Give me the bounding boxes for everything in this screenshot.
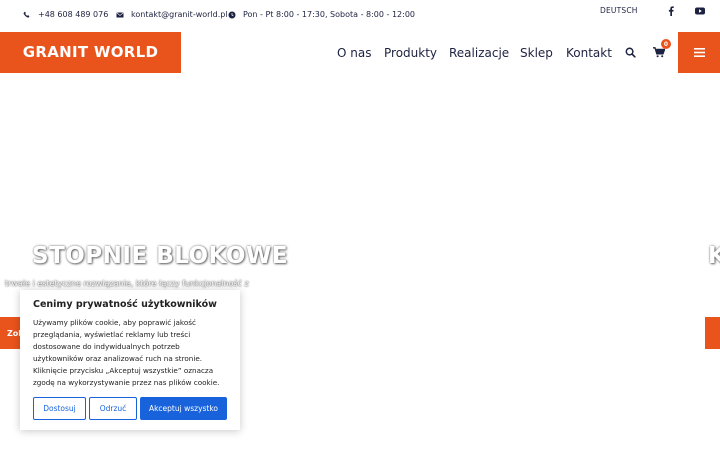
phone-contact[interactable]: +48 608 489 076 [23,10,108,19]
next-slide-title-fragment: K [708,243,720,269]
nav-item-o-nas[interactable]: O nas [337,46,371,60]
email-contact[interactable]: kontakt@granit-world.pl [116,10,228,19]
cookie-consent-dialog: Cenimy prywatność użytkowników Używamy p… [20,290,240,430]
cookie-accept-all-button[interactable]: Akceptuj wszystko [140,397,227,420]
opening-hours-text: Pon - Pt 8:00 - 17:30, Sobota - 8:00 - 1… [243,10,416,19]
facebook-icon [668,6,674,16]
nav-item-produkty[interactable]: Produkty [384,46,437,60]
search-button[interactable] [624,46,636,58]
hero-title: STOPNIE BLOKOWE [32,243,289,269]
cookie-text-line: Kliknięcie przycisku „Akceptuj wszystkie… [33,366,214,375]
phone-icon [23,11,30,18]
facebook-link[interactable] [665,5,677,17]
nav-item-kontakt[interactable]: Kontakt [566,46,612,60]
cart-count-badge: 0 [661,39,671,49]
opening-hours: Pon - Pt 8:00 - 17:30, Sobota - 8:00 - 1… [228,10,415,19]
cookie-reject-button[interactable]: Odrzuć [89,397,137,420]
cookie-text-line: Używamy plików cookie, aby poprawić jako… [33,318,196,327]
cookie-description: Używamy plików cookie, aby poprawić jako… [33,317,233,389]
next-slide-cta-button[interactable] [705,317,720,349]
nav-item-sklep[interactable]: Sklep [520,46,553,60]
envelope-icon [116,12,124,17]
phone-number: +48 608 489 076 [38,10,109,19]
search-icon [625,47,636,58]
nav-item-realizacje[interactable]: Realizacje [449,46,509,60]
cookie-text-line: dostosowane do indywidualnych potrzeb [33,342,180,351]
page: +48 608 489 076 kontakt@granit-world.pl … [0,0,720,450]
menu-button[interactable] [678,32,720,73]
hero-subtitle: trwałe i estetyczne rozwiązanie, które ł… [5,279,249,288]
clock-icon [228,11,236,18]
language-switch[interactable]: DEUTSCH [600,6,638,15]
cookie-text-line: przeglądania, wyświetlać reklamy lub tre… [33,330,191,339]
cookie-text-line: zgodę na wykorzystywanie przez nas plikó… [33,378,220,387]
cookie-text-line: użytkowników oraz analizować ruch na str… [33,354,203,363]
cookie-customize-button[interactable]: Dostosuj [33,397,86,420]
logo-text: GRANIT WORLD [22,42,159,61]
youtube-icon [695,7,705,15]
cookie-title: Cenimy prywatność użytkowników [33,299,217,310]
email-address: kontakt@granit-world.pl [131,10,228,19]
youtube-link[interactable] [694,5,706,17]
menu-icon [693,48,705,57]
main-header: GRANIT WORLD O nas Produkty Realizacje S… [0,32,720,73]
site-logo[interactable]: GRANIT WORLD [0,32,181,73]
top-info-bar: +48 608 489 076 kontakt@granit-world.pl … [0,0,720,32]
